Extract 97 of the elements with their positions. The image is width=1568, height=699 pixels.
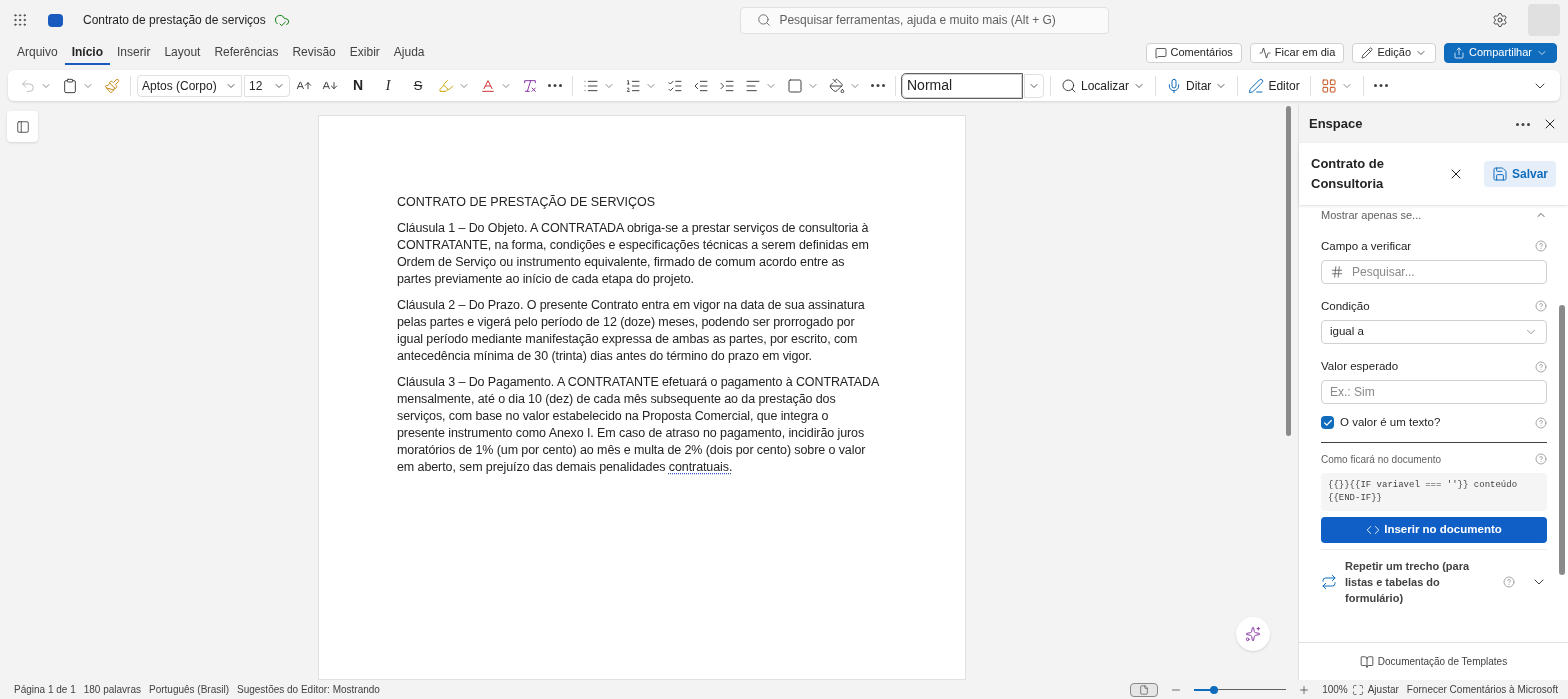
help-icon[interactable] xyxy=(1535,240,1547,253)
font-name-dropdown[interactable]: Aptos (Corpo) xyxy=(137,74,242,97)
action-button[interactable]: Edição xyxy=(1352,42,1437,63)
ellipsis-icon xyxy=(871,84,885,87)
sparkles-icon xyxy=(1245,626,1261,642)
italic-button[interactable]: I xyxy=(374,71,402,100)
book-icon xyxy=(1359,654,1374,669)
search-placeholder: Pesquisar ferramentas, ajuda e muito mais (Alt + G) xyxy=(779,12,1056,29)
document-title[interactable]: Contrato de prestação de serviços xyxy=(83,11,266,29)
word-logo-icon xyxy=(48,13,63,27)
template-name: Contrato de Consultoria xyxy=(1311,155,1385,193)
zoom-slider[interactable] xyxy=(1194,684,1287,695)
numbered-list-icon xyxy=(625,77,641,94)
pencil-icon xyxy=(1361,46,1374,59)
pulse-icon xyxy=(1258,46,1271,59)
search-icon xyxy=(1061,77,1077,94)
save-button[interactable]: Salvar xyxy=(1483,161,1556,187)
ribbon-tab[interactable]: Ajuda xyxy=(386,40,432,65)
checkbox[interactable] xyxy=(1321,416,1334,430)
action-button[interactable]: Ficar em dia xyxy=(1249,42,1345,63)
undo-icon xyxy=(20,77,36,94)
document-paragraph: Cláusula 2 – Do Prazo. O presente Contrato entra em vigor na data de sua assinatura pelas partes e vigerá pelo período de 12 (doze) meses, podendo ser prorrogado por igual período mediante manifestação expressa de ambas as partes, por escrito, com antecedência mínima de 30 (trinta) dias antes do término do prazo em vigor. xyxy=(397,297,866,365)
zoom-in-icon[interactable] xyxy=(1298,683,1311,696)
document-paragraph: Cláusula 1 – Do Objeto. A CONTRATADA obriga-se a prestar serviços de consultoria à CONTRATANTE, na forma, condições e especificações técnicas a serem definidas em Ordem de Serviço ou instrumento equivalente, firmado de comum acordo entre as partes previamente ao início de cada etapa do projeto. xyxy=(397,220,870,288)
strikethrough-button[interactable]: S xyxy=(404,71,432,100)
help-icon[interactable] xyxy=(1503,575,1515,588)
editor-button[interactable]: Editor xyxy=(1244,76,1304,95)
navigation-pane-button[interactable] xyxy=(7,111,38,142)
page-icon xyxy=(1139,684,1150,695)
clear-formatting-icon xyxy=(522,77,538,94)
condition-dropdown[interactable]: igual a xyxy=(1321,320,1547,344)
ribbon-tab[interactable]: Exibir xyxy=(342,40,387,65)
feedback-link[interactable]: Fornecer Comentários à Microsoft xyxy=(1406,682,1558,697)
preview-label: Como ficará no documento xyxy=(1321,452,1443,467)
ellipsis-icon xyxy=(548,84,562,87)
ribbon-tab[interactable]: Layout xyxy=(157,40,208,65)
action-button[interactable]: Comentários xyxy=(1145,42,1242,63)
search-field[interactable]: Pesquisar ferramentas, ajuda e muito mais (Alt + G) xyxy=(740,6,1110,34)
speech-bubble-icon xyxy=(1154,46,1167,59)
square-icon xyxy=(787,77,803,94)
app-launcher-icon[interactable] xyxy=(12,12,28,28)
field-label: Campo a verificar xyxy=(1321,238,1413,254)
repeat-icon xyxy=(1321,573,1337,590)
style-caret-button[interactable] xyxy=(1024,73,1044,98)
more-icon[interactable] xyxy=(1516,122,1530,126)
panel-title: Enspace xyxy=(1309,115,1364,134)
help-icon[interactable] xyxy=(1535,453,1547,465)
find-button[interactable]: Localizar xyxy=(1057,76,1150,95)
style-dropdown[interactable]: Normal xyxy=(902,73,1022,98)
section-title[interactable]: Repetir um trecho (para listas e tabelas do formulário) xyxy=(1345,557,1477,606)
insert-button[interactable]: Inserir no documento xyxy=(1321,516,1547,543)
font-size-dropdown[interactable]: 12 xyxy=(244,74,290,97)
fit-icon xyxy=(1351,683,1364,696)
input-field[interactable]: Ex.: Sim xyxy=(1321,380,1547,405)
paintbrush-icon xyxy=(104,77,120,94)
status-item[interactable]: Português (Brasil) xyxy=(149,682,229,697)
checkbox-label: O valor é um texto? xyxy=(1340,415,1442,431)
ribbon-tab[interactable]: Início xyxy=(64,40,111,65)
action-button[interactable]: Compartilhar xyxy=(1444,42,1557,63)
grid-icon xyxy=(1320,77,1337,94)
highlighter-icon xyxy=(438,77,454,94)
clipboard-icon xyxy=(62,77,78,94)
documentation-link[interactable]: Documentação de Templates xyxy=(1359,654,1508,669)
status-item[interactable]: Sugestões do Editor: Mostrando xyxy=(237,682,380,697)
search-field[interactable]: Pesquisar... xyxy=(1321,259,1547,284)
copilot-button[interactable] xyxy=(1236,617,1270,651)
ribbon-tab[interactable]: Inserir xyxy=(110,40,158,65)
status-item[interactable]: Página 1 de 1 xyxy=(14,682,76,697)
document-paragraph: Cláusula 3 – Do Pagamento. A CONTRATANTE efetuará o pagamento à CONTRATADA mensalmente, até o dia 10 (dez) de cada mês subsequente ao da prestação dos serviços, com base no valor estabelecido na Proposta Comercial, que integra o presente instrumento como Anexo I. Em caso de atraso no pagamento, incidirão juros moratórios de 1% (um por cento) ao mês e multa de 2% (dois por cento) sobre o valor em aberto, sem prejuízo das demais penalidades contratuais. xyxy=(397,374,879,476)
fit-button[interactable]: Ajustar xyxy=(1351,682,1399,697)
field-label: Valor esperado xyxy=(1321,359,1400,374)
ellipsis-icon xyxy=(1373,84,1388,87)
share-icon xyxy=(1453,46,1466,59)
help-icon[interactable] xyxy=(1535,300,1547,313)
pen-icon xyxy=(1248,77,1265,94)
zoom-reading[interactable]: 100% xyxy=(1322,682,1348,697)
cloud-check-icon xyxy=(273,12,290,28)
field-placeholder: Pesquisar... xyxy=(1352,263,1415,281)
letter-underline-icon xyxy=(480,77,496,94)
code-preview: {{}}{{IF variavel === ''}} conteúdo {{END-IF}} xyxy=(1321,472,1547,511)
ribbon-tab[interactable]: Arquivo xyxy=(10,40,65,65)
panel-icon xyxy=(15,119,30,134)
help-icon[interactable] xyxy=(1535,416,1547,429)
search-icon xyxy=(757,13,772,27)
bold-button[interactable]: N xyxy=(344,71,372,100)
help-icon[interactable] xyxy=(1535,360,1547,373)
page-view-button[interactable] xyxy=(1130,682,1159,697)
dictate-button[interactable]: Ditar xyxy=(1162,76,1232,95)
ribbon-tab[interactable]: Referências xyxy=(207,40,286,65)
hash-icon xyxy=(1330,264,1344,279)
settings-icon[interactable] xyxy=(1492,12,1508,28)
field-label: Condição xyxy=(1321,298,1371,314)
section-title: Mostrar apenas se... xyxy=(1321,208,1422,223)
ribbon-tab[interactable]: Revisão xyxy=(285,40,343,65)
document-heading: CONTRATO DE PRESTAÇÃO DE SERVIÇOS xyxy=(397,194,657,211)
status-item[interactable]: 180 palavras xyxy=(83,682,141,697)
paint-bucket-icon xyxy=(829,77,845,94)
